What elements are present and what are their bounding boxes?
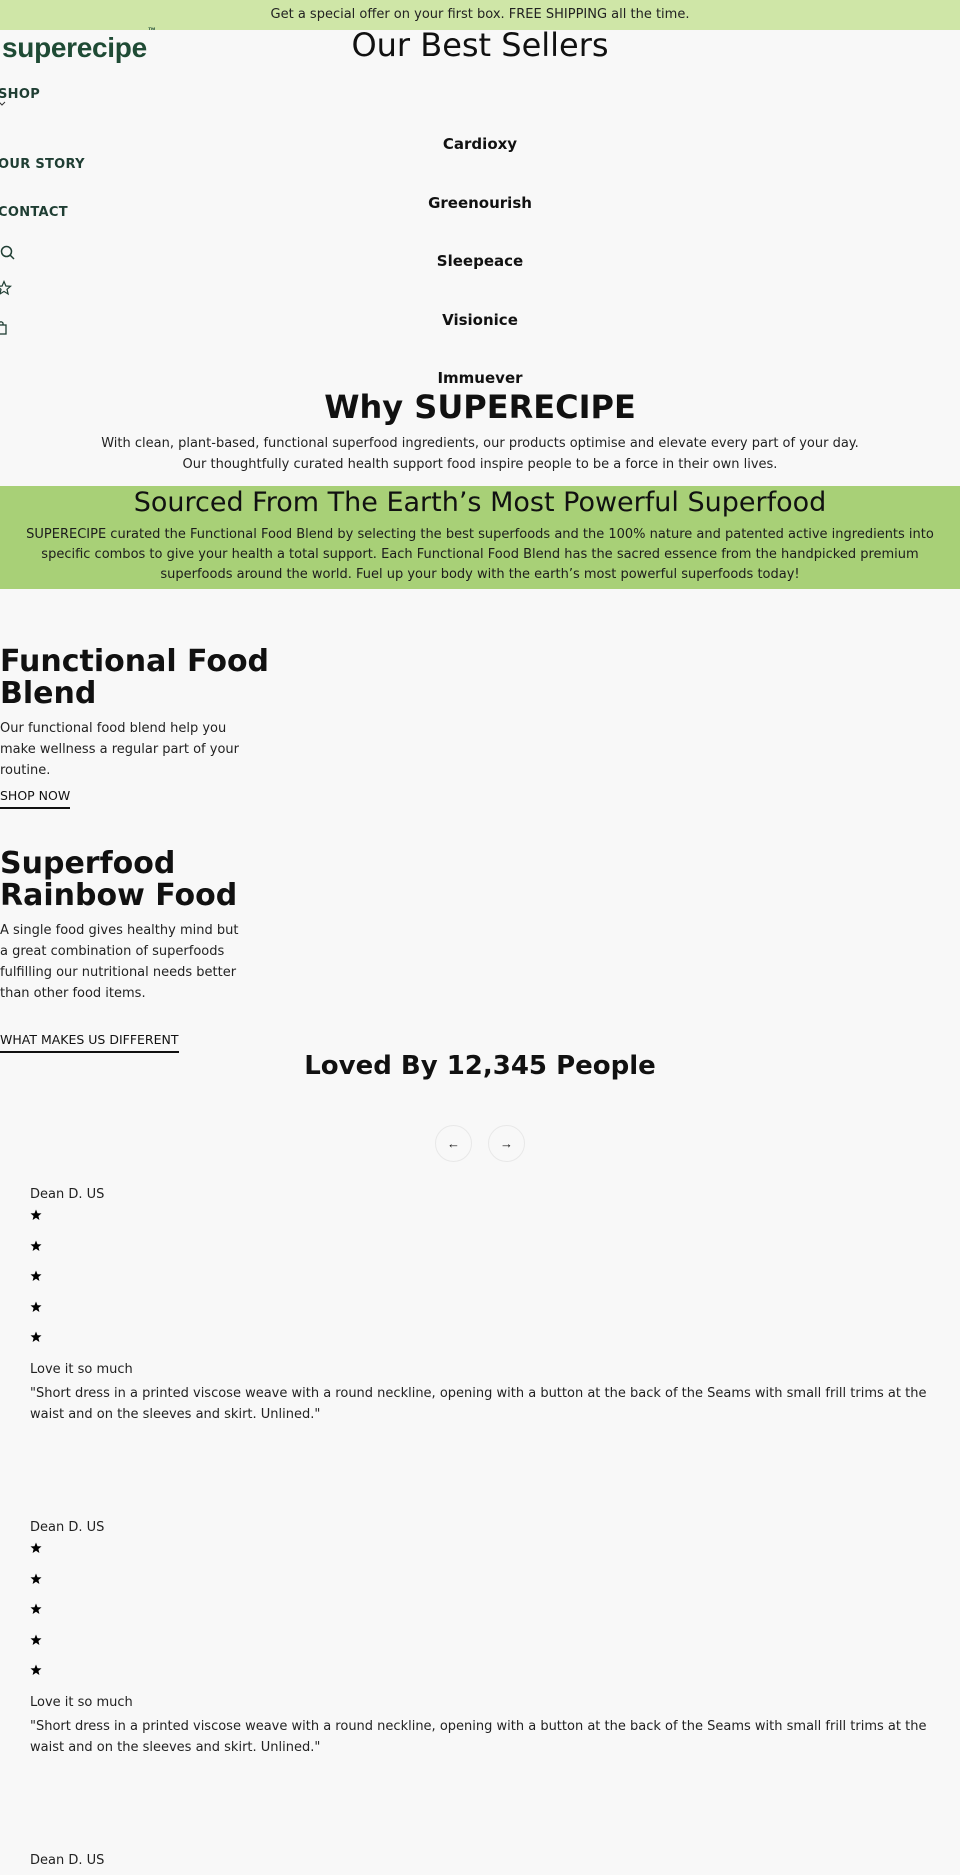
arrow-right-icon: → <box>500 1136 513 1151</box>
next-review-button[interactable]: → <box>488 1125 525 1162</box>
review-card: Dean D. US Love it so much "Short dress … <box>30 1186 950 1425</box>
star-filled-icon <box>30 1209 42 1220</box>
reviews-title: Loved By 12,345 People <box>304 1051 656 1081</box>
star-filled-icon <box>30 1573 42 1584</box>
review-rating <box>30 1209 950 1343</box>
star-filled-icon <box>30 1603 42 1615</box>
product-greenourish[interactable]: Greenourish <box>0 194 960 212</box>
feature-title: Functional Food Blend <box>0 644 270 711</box>
feature-title: Superfood Rainbow Food <box>0 846 238 913</box>
review-author: Dean D. US <box>30 1520 105 1535</box>
star-filled-icon <box>30 1634 42 1645</box>
shop-now-link[interactable]: SHOP NOW <box>0 788 71 809</box>
why-line: With clean, plant-based, functional supe… <box>101 436 859 451</box>
feature-text: A single food gives healthy mind but a g… <box>0 923 239 1001</box>
why-title: Why SUPERECIPE <box>324 388 636 426</box>
sourced-section: Sourced From The Earth’s Most Powerful S… <box>0 486 960 589</box>
arrow-left-icon: ← <box>447 1136 460 1151</box>
nav-item-shop[interactable]: SHOP <box>0 87 40 102</box>
sourced-title: Sourced From The Earth’s Most Powerful S… <box>133 487 827 518</box>
why-line: Our thoughtfully curated health support … <box>182 457 778 472</box>
star-filled-icon <box>30 1664 42 1676</box>
product-sleepeace[interactable]: Sleepeace <box>0 252 960 270</box>
review-body: "Short dress in a printed viscose weave … <box>30 1718 927 1755</box>
sourced-text: SUPERECIPE curated the Functional Food B… <box>26 527 934 582</box>
review-rating <box>30 1542 950 1676</box>
star-filled-icon <box>30 1270 42 1282</box>
nav-item-our-story[interactable]: OUR STORY <box>0 157 85 172</box>
prev-review-button[interactable]: ← <box>435 1125 472 1162</box>
star-icon[interactable] <box>0 279 13 296</box>
star-filled-icon <box>30 1301 42 1312</box>
review-card: Dean D. US Love it so much "Short dress … <box>30 1519 950 1758</box>
best-sellers-title: Our Best Sellers <box>351 26 609 64</box>
what-makes-us-different-link[interactable]: WHAT MAKES US DIFFERENT <box>0 1032 179 1053</box>
star-filled-icon <box>30 1240 42 1251</box>
review-author: Dean D. US <box>30 1853 105 1868</box>
star-filled-icon <box>30 1542 42 1553</box>
product-cardioxy[interactable]: Cardioxy <box>0 135 960 153</box>
review-body: "Short dress in a printed viscose weave … <box>30 1385 927 1422</box>
product-visionice[interactable]: Visionice <box>0 311 960 329</box>
review-title: Love it so much <box>30 1361 133 1377</box>
chevron-down-icon[interactable] <box>0 100 6 109</box>
review-author: Dean D. US <box>30 1187 105 1202</box>
announcement-text: Get a special offer on your first box. F… <box>270 7 690 22</box>
why-description: With clean, plant-based, functional supe… <box>0 433 960 475</box>
feature-text: Our functional food blend help you make … <box>0 721 239 778</box>
review-title: Love it so much <box>30 1694 133 1710</box>
star-filled-icon <box>30 1331 42 1343</box>
review-card: Dean D. US <box>30 1852 950 1870</box>
product-immuever[interactable]: Immuever <box>0 369 960 387</box>
